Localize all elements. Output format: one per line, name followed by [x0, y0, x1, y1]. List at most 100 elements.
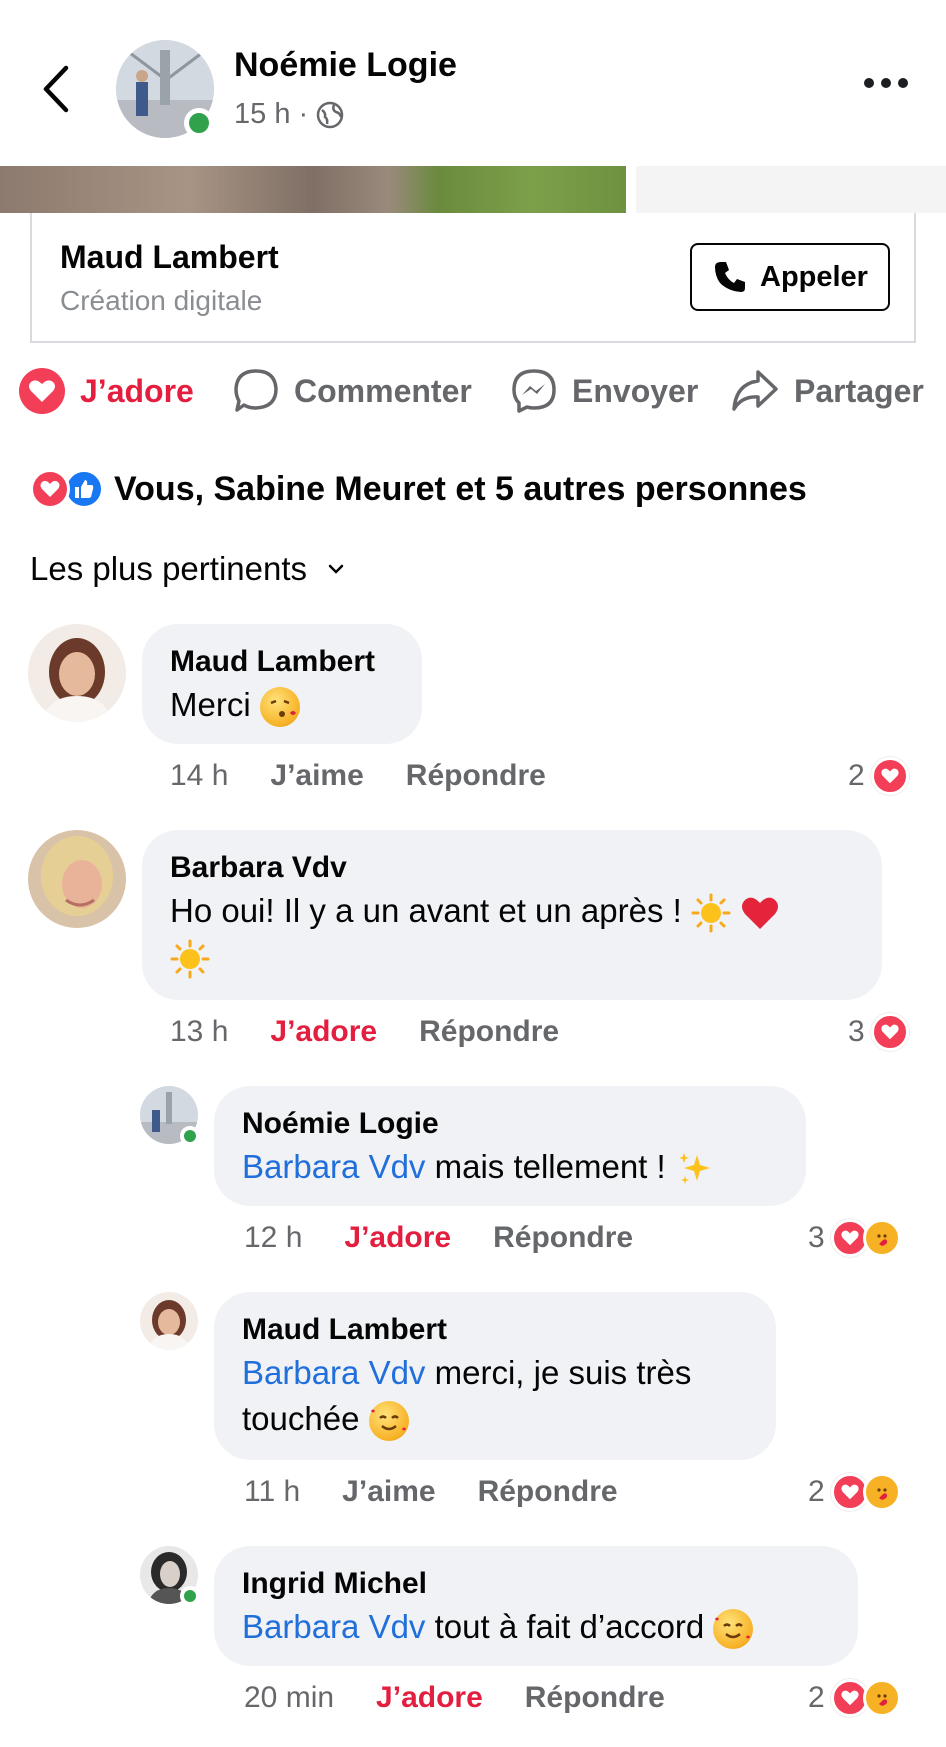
heart-icon — [19, 368, 65, 414]
globe-icon — [316, 101, 344, 128]
reply-button[interactable]: Répondre — [525, 1681, 665, 1715]
comment-reactions[interactable]: 3 — [808, 1218, 901, 1258]
reply-button[interactable]: Répondre — [493, 1221, 633, 1255]
post-header: Noémie Logie 15 h · — [0, 0, 946, 166]
reply-button[interactable]: Répondre — [419, 1015, 559, 1049]
love-reaction-icon — [30, 469, 70, 509]
more-options-icon[interactable] — [864, 78, 908, 88]
commenter-avatar[interactable] — [28, 624, 126, 722]
comment-text-body: Merci — [170, 686, 251, 723]
comment-text-body: merci, je suis très — [434, 1354, 692, 1391]
love-comment-button[interactable]: J’adore — [376, 1681, 483, 1715]
send-button[interactable]: Envoyer — [510, 360, 698, 422]
chevron-down-icon — [328, 564, 344, 574]
comment-icon — [234, 369, 278, 412]
comment-meta: 12 h J’adore Répondre — [244, 1218, 633, 1258]
care-reaction-icon — [862, 1473, 901, 1511]
post-time: 15 h — [234, 98, 291, 130]
like-comment-button[interactable]: J’aime — [270, 759, 363, 793]
comment-text: Barbara Vdv tout à fait d’accord — [242, 1604, 828, 1650]
online-indicator — [180, 1586, 200, 1606]
phone-icon — [715, 262, 745, 292]
online-indicator — [180, 1126, 200, 1146]
comment-author[interactable]: Noémie Logie — [242, 1104, 776, 1144]
comment-text-body-line2: touchée — [242, 1400, 360, 1437]
care-reaction-icon — [862, 1219, 901, 1257]
online-indicator — [184, 108, 214, 138]
mention-link[interactable]: Barbara Vdv — [242, 1148, 425, 1185]
comment-meta: 11 h J’aime Répondre — [244, 1472, 618, 1512]
post-image-secondary[interactable] — [636, 166, 946, 213]
share-button[interactable]: Partager — [730, 360, 924, 422]
comment-text-body: mais tellement ! — [434, 1148, 666, 1185]
share-label: Partager — [794, 372, 924, 409]
comment-text-body: tout à fait d’accord — [434, 1608, 705, 1645]
comment-reactions[interactable]: 2 — [848, 756, 909, 796]
comment-author[interactable]: Maud Lambert — [242, 1310, 746, 1350]
sort-label: Les plus pertinents — [30, 550, 308, 587]
comment-time: 12 h — [244, 1221, 303, 1254]
smiling-face-with-hearts-icon — [368, 1401, 409, 1442]
post-actions-bar: J’adore Commenter Envoyer Partager — [0, 360, 946, 422]
messenger-icon — [512, 369, 556, 413]
comment-button[interactable]: Commenter — [232, 360, 472, 422]
business-subtitle: Création digitale — [60, 285, 263, 316]
reply-bubble[interactable]: Ingrid Michel Barbara Vdv tout à fait d’… — [214, 1546, 858, 1666]
post-image[interactable] — [0, 166, 626, 213]
meta-separator: · — [298, 98, 309, 130]
care-reaction-icon — [862, 1679, 901, 1717]
like-reaction-icon — [64, 469, 104, 509]
send-label: Envoyer — [572, 372, 699, 409]
call-button-label: Appeler — [760, 260, 868, 293]
reaction-count: 3 — [848, 1015, 865, 1048]
sparkles-icon — [678, 1153, 710, 1185]
comment-author[interactable]: Barbara Vdv — [170, 848, 852, 888]
love-reaction-button[interactable]: J’adore — [18, 360, 194, 422]
reply-bubble[interactable]: Noémie Logie Barbara Vdv mais tellement … — [214, 1086, 806, 1206]
reaction-count: 3 — [808, 1221, 825, 1254]
sun-icon — [691, 893, 731, 933]
image-gap — [626, 166, 636, 213]
comment-author[interactable]: Maud Lambert — [170, 642, 392, 682]
comment-text: Merci — [170, 682, 392, 728]
business-name: Maud Lambert — [60, 239, 279, 275]
mention-link[interactable]: Barbara Vdv — [242, 1354, 425, 1391]
reaction-count: 2 — [848, 759, 865, 792]
reply-button[interactable]: Répondre — [406, 759, 546, 793]
comment-time: 20 min — [244, 1681, 335, 1714]
commenter-avatar[interactable] — [28, 830, 126, 928]
comment-author[interactable]: Ingrid Michel — [242, 1564, 828, 1604]
comment-time: 14 h — [170, 759, 229, 792]
share-icon — [732, 370, 778, 411]
comment-bubble[interactable]: Maud Lambert Merci — [142, 624, 422, 744]
comment-meta: 13 h J’adore Répondre — [170, 1012, 559, 1052]
comment-time: 11 h — [244, 1475, 301, 1508]
back-chevron-icon[interactable] — [38, 64, 78, 114]
reaction-count: 2 — [808, 1681, 825, 1714]
reactions-summary[interactable]: Vous, Sabine Meuret et 5 autres personne… — [30, 464, 807, 514]
like-comment-button[interactable]: J’aime — [342, 1475, 435, 1509]
reply-bubble[interactable]: Maud Lambert Barbara Vdv merci, je suis … — [214, 1292, 776, 1460]
comment-reactions[interactable]: 3 — [848, 1012, 909, 1052]
heart-icon — [742, 897, 779, 930]
love-comment-button[interactable]: J’adore — [270, 1015, 377, 1049]
reaction-count: 2 — [808, 1475, 825, 1508]
kissing-face-icon — [259, 687, 300, 728]
comment-text: Ho oui! Il y a un avant et un après ! — [170, 888, 852, 980]
comment-reactions[interactable]: 2 — [808, 1678, 901, 1718]
mention-link[interactable]: Barbara Vdv — [242, 1608, 425, 1645]
comment-meta: 14 h J’aime Répondre — [170, 756, 546, 796]
call-button[interactable]: Appeler — [690, 243, 890, 311]
comment-text-body: Ho oui! Il y a un avant et un après ! — [170, 892, 682, 929]
comment-reactions[interactable]: 2 — [808, 1472, 901, 1512]
replier-avatar[interactable] — [140, 1292, 198, 1350]
love-comment-button[interactable]: J’adore — [344, 1221, 451, 1255]
reply-button[interactable]: Répondre — [478, 1475, 618, 1509]
comment-bubble[interactable]: Barbara Vdv Ho oui! Il y a un avant et u… — [142, 830, 882, 1000]
smiling-face-with-hearts-icon — [713, 1609, 754, 1650]
comment-sort-dropdown[interactable]: Les plus pertinents — [30, 550, 345, 588]
comment-meta: 20 min J’adore Répondre — [244, 1678, 665, 1718]
comment-text: Barbara Vdv merci, je suis très touchée — [242, 1350, 746, 1442]
business-card: Maud Lambert Création digitale Appeler — [30, 213, 916, 343]
post-author-name[interactable]: Noémie Logie — [234, 46, 457, 85]
